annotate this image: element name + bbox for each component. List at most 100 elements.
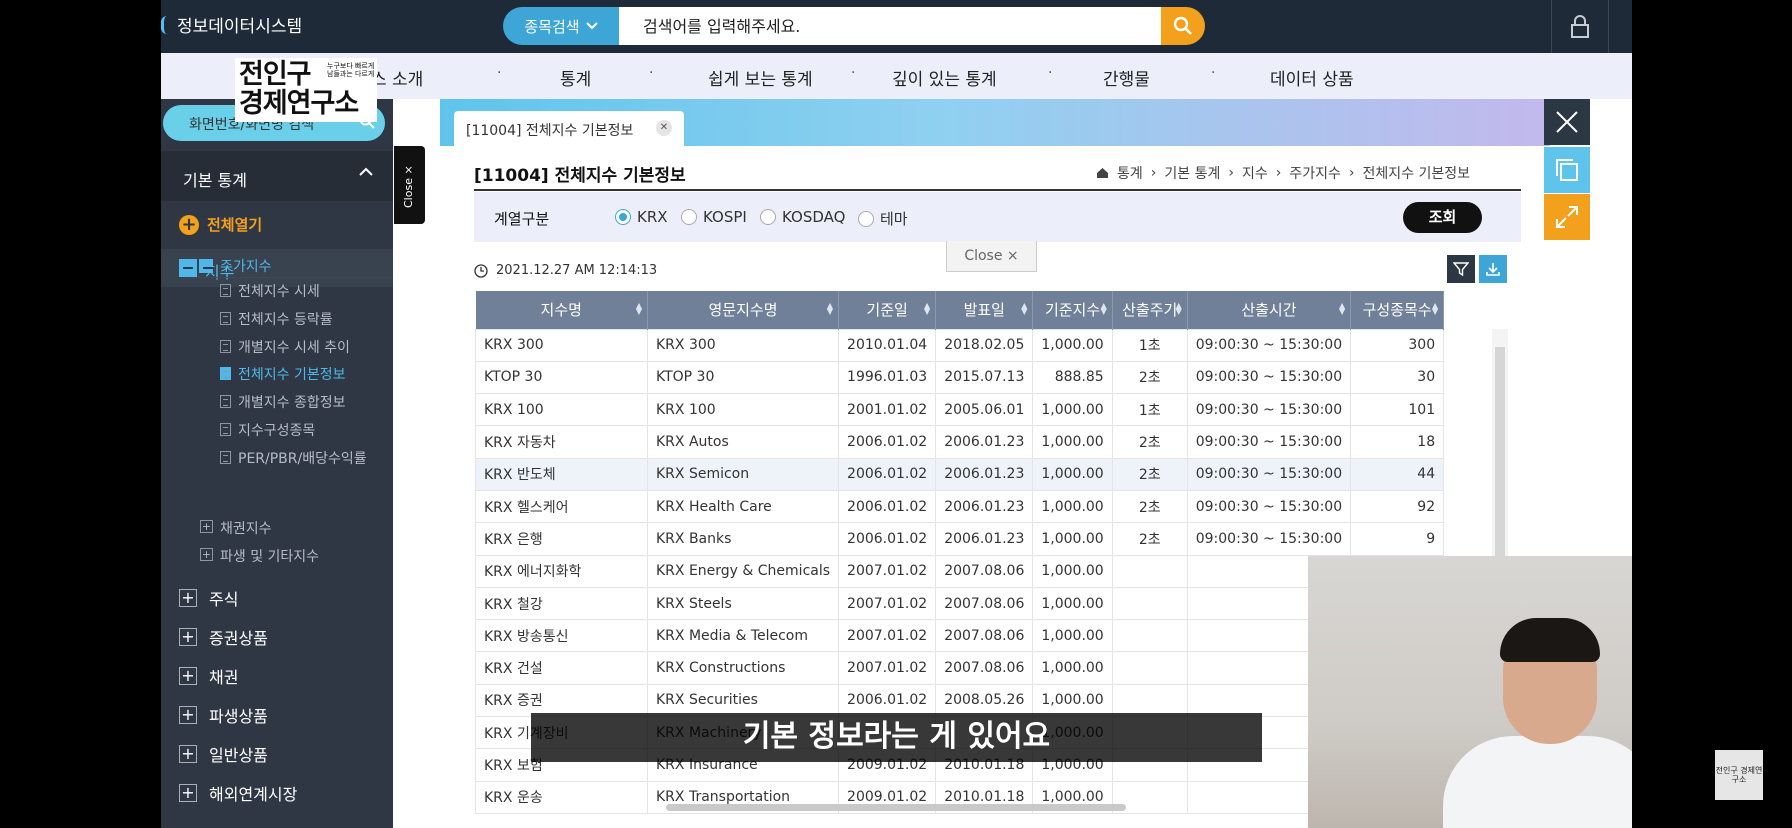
column-header[interactable]: 지수명 ▲ ▼	[475, 291, 648, 329]
expand-window-button[interactable]	[1544, 194, 1590, 240]
breadcrumb-item[interactable]: 전체지수 기본정보	[1362, 163, 1470, 183]
table-cell: KRX Media & Telecom	[646, 619, 840, 653]
table-cell: 1,000.00	[1032, 683, 1113, 718]
column-header[interactable]: 산출주기 ▲ ▼	[1112, 291, 1188, 329]
collapse-icon	[199, 259, 213, 273]
sidebar-category-commodities[interactable]: + 일반상품	[179, 742, 268, 766]
document-icon	[220, 340, 231, 353]
breadcrumb-item[interactable]: 통계	[1117, 163, 1143, 183]
table-row[interactable]: KRX 은행 KRX Banks 2006.01.02 2006.01.23 1,000…	[475, 522, 1445, 556]
table-row[interactable]: KRX 반도체 KRX Semicon 2006.01.02 2006.01.23 1,…	[475, 457, 1445, 491]
table-row[interactable]: KRX 에너지화학 KRX Energy & Chemicals 2007.01.0…	[475, 554, 1445, 588]
table-row[interactable]: KTOP 30 KTOP 30 1996.01.03 2015.07.13 888.85…	[475, 360, 1445, 395]
breadcrumb-item[interactable]: 지수	[1242, 163, 1268, 183]
table-cell: 1,000.00	[1032, 457, 1113, 491]
table-row[interactable]: KRX 증권 KRX Securities 2006.01.02 2008.05.26…	[475, 683, 1445, 718]
download-button[interactable]	[1479, 255, 1507, 283]
menu-item-intro[interactable]: 스 소개	[371, 65, 423, 90]
table-row[interactable]: KRX 자동차 KRX Autos 2006.01.02 2006.01.23 1,00…	[475, 425, 1445, 459]
sort-icon: ▲ ▼	[1175, 301, 1182, 316]
sidebar-item-bond-index[interactable]: 채권지수	[220, 518, 272, 538]
search-type-dropdown[interactable]: 종목검색	[503, 7, 619, 45]
radio-unchecked-icon	[681, 209, 697, 225]
sidebar-close-tab[interactable]: Close ×	[394, 146, 425, 224]
table-row[interactable]: KRX 300 KRX 300 2010.01.04 2018.02.05 1,000.…	[475, 328, 1445, 362]
column-header[interactable]: 산출시간 ▲ ▼	[1187, 291, 1352, 329]
sidebar-child-5[interactable]: 지수구성종목	[238, 420, 315, 440]
sidebar-category-bonds[interactable]: + 채권	[179, 664, 238, 688]
filter-close-button[interactable]: Close ×	[946, 241, 1037, 272]
column-header[interactable]: 발표일 ▲ ▼	[935, 291, 1034, 329]
logo-mark-icon	[161, 15, 171, 34]
expand-icon: +	[179, 745, 197, 763]
sidebar: 화면번호/화면명 검색 기본 통계 + 전체열기 지수 주가지수 전체지수 시세…	[161, 99, 393, 828]
sort-icon: ▲ ▼	[924, 301, 931, 316]
sidebar-category-overseas[interactable]: + 해외연계시장	[179, 781, 297, 805]
open-all-button[interactable]: + 전체열기	[179, 214, 262, 235]
search-icon	[1173, 16, 1192, 35]
copy-window-button[interactable]	[1544, 147, 1590, 193]
sidebar-category-label: 해외연계시장	[209, 785, 298, 804]
query-button[interactable]: 조회	[1403, 202, 1482, 233]
sidebar-child-2[interactable]: 개별지수 시세 추이	[238, 337, 350, 357]
radio-krx[interactable]: KRX	[615, 208, 668, 226]
expand-icon: +	[179, 628, 197, 646]
sidebar-item-stock-index[interactable]: 주가지수	[220, 256, 272, 276]
search-input[interactable]	[619, 7, 1161, 45]
column-header[interactable]: 영문지수명 ▲ ▼	[647, 291, 840, 329]
radio-theme[interactable]: 테마	[858, 208, 908, 229]
column-header-label: 기준지수	[1044, 301, 1101, 320]
column-header-label: 영문지수명	[708, 301, 778, 320]
app-logo[interactable]: 정보데이터시스템	[161, 12, 302, 37]
menu-separator: ·	[649, 65, 654, 81]
radio-kosdaq[interactable]: KOSDAQ	[760, 208, 845, 226]
login-button[interactable]	[1551, 0, 1609, 53]
menu-item-easy-stats[interactable]: 쉽게 보는 통계	[708, 65, 813, 90]
table-row[interactable]: KRX 100 KRX 100 2001.01.02 2005.06.01 1,000.…	[475, 393, 1445, 427]
sidebar-item-derivative-index[interactable]: 파생 및 기타지수	[220, 546, 319, 566]
breadcrumb-item[interactable]: 주가지수	[1289, 163, 1341, 183]
table-row[interactable]: KRX 철강 KRX Steels 2007.01.02 2007.08.06 1,00…	[475, 586, 1445, 621]
radio-label: KOSPI	[703, 208, 747, 226]
table-cell: 2006.01.02	[838, 457, 937, 491]
menu-item-publications[interactable]: 간행물	[1103, 65, 1150, 90]
column-header[interactable]: 기준지수 ▲ ▼	[1032, 291, 1113, 329]
video-progress-bar[interactable]	[666, 804, 1126, 811]
table-row[interactable]: KRX 방송통신 KRX Media & Telecom 2007.01.02 200…	[475, 619, 1445, 653]
sidebar-child-6[interactable]: PER/PBR/배당수익률	[238, 448, 367, 468]
radio-kospi[interactable]: KOSPI	[681, 208, 747, 226]
sidebar-category-derivatives[interactable]: + 파생상품	[179, 703, 268, 727]
home-icon[interactable]	[1096, 167, 1109, 179]
video-subtitle: 기본 정보라는 게 있어요	[531, 713, 1262, 762]
sidebar-child-0[interactable]: 전체지수 시세	[238, 281, 320, 301]
table-cell	[1111, 619, 1188, 653]
menu-item-stats[interactable]: 통계	[560, 65, 591, 90]
sidebar-section-basic-stats[interactable]: 기본 통계	[161, 151, 393, 201]
radio-label: 테마	[880, 210, 908, 228]
tab-11004[interactable]: [11004] 전체지수 기본정보 ✕	[454, 111, 684, 146]
table-cell: 1,000.00	[1032, 328, 1113, 362]
sidebar-category-stocks[interactable]: + 주식	[179, 586, 238, 610]
table-cell: 2007.01.02	[838, 619, 937, 653]
search-button[interactable]	[1161, 7, 1205, 45]
expand-icon: +	[179, 706, 197, 724]
breadcrumb-separator: ›	[1150, 165, 1157, 181]
table-cell: KRX 반도체	[475, 457, 648, 491]
filter-button[interactable]	[1447, 255, 1475, 283]
expand-icon: +	[179, 667, 197, 685]
table-row[interactable]: KRX 건설 KRX Constructions 2007.01.02 2007.08…	[475, 651, 1445, 685]
table-cell: 2007.01.02	[838, 586, 937, 621]
sidebar-category-securities[interactable]: + 증권상품	[179, 625, 268, 649]
table-row[interactable]: KRX 헬스케어 KRX Health Care 2006.01.02 2006.01…	[475, 489, 1445, 524]
menu-item-data-products[interactable]: 데이터 상품	[1270, 65, 1354, 90]
column-header[interactable]: 기준일 ▲ ▼	[838, 291, 937, 329]
sidebar-child-1[interactable]: 전체지수 등락률	[238, 309, 333, 329]
close-tab-icon[interactable]: ✕	[656, 120, 672, 136]
menu-item-deep-stats[interactable]: 깊이 있는 통계	[892, 65, 997, 90]
breadcrumb-item[interactable]: 기본 통계	[1164, 163, 1220, 183]
sidebar-child-4[interactable]: 개별지수 종합정보	[238, 392, 346, 412]
table-cell: KRX 건설	[475, 651, 648, 685]
sidebar-child-3[interactable]: 전체지수 기본정보	[238, 364, 346, 384]
close-window-button[interactable]	[1544, 99, 1590, 145]
column-header[interactable]: 구성종목수 ▲ ▼	[1350, 291, 1445, 329]
